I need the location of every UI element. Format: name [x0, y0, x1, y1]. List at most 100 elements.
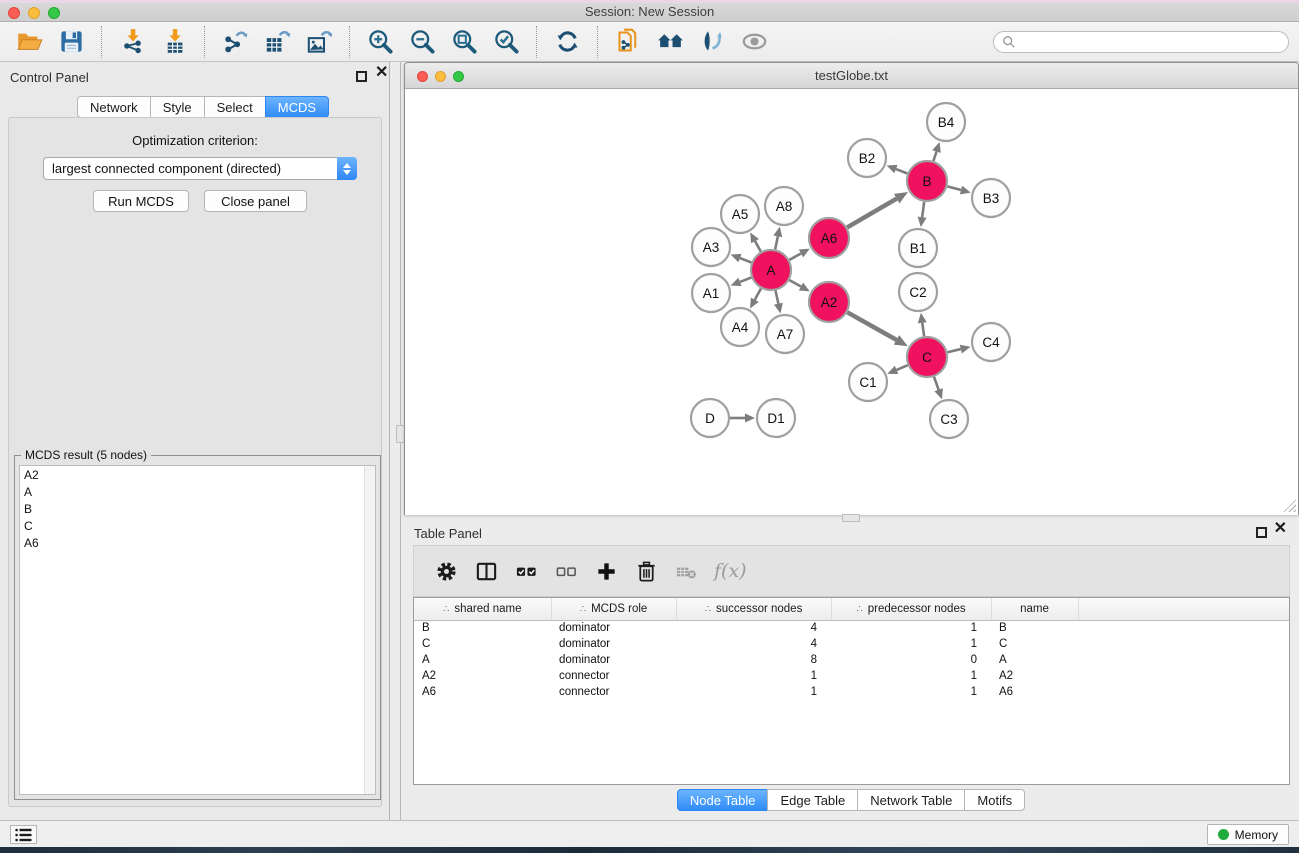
column-mcds-role[interactable]: ∴MCDS role [551, 598, 676, 620]
task-history-button[interactable] [10, 825, 37, 844]
close-panel-icon[interactable]: ✕ [375, 65, 388, 81]
tab-mcds[interactable]: MCDS [265, 96, 329, 118]
delete-table-icon [675, 560, 698, 583]
result-item[interactable]: A2 [20, 466, 375, 483]
toolbar-separator [597, 26, 598, 58]
delete-column-button[interactable] [631, 556, 661, 586]
result-item[interactable]: A [20, 483, 375, 500]
graph-edge[interactable] [740, 258, 751, 262]
home-icon [657, 28, 684, 55]
run-mcds-button[interactable]: Run MCDS [93, 190, 189, 212]
horizontal-splitter-handle[interactable] [842, 514, 860, 522]
graph-edge[interactable] [896, 169, 907, 173]
network-canvas[interactable]: B4B2BB3A8A5A6A3B1AA1C2A2A4A7C4CC1C3DD1 [405, 89, 1298, 515]
export-image-button[interactable] [302, 26, 336, 58]
table-row[interactable]: A6connector11A6 [414, 684, 1289, 700]
edge-arrowhead [918, 217, 927, 228]
close-table-panel-icon[interactable]: ✕ [1274, 521, 1287, 537]
zoom-out-icon [409, 28, 436, 55]
column-name[interactable]: name [991, 598, 1078, 620]
zoom-in-button[interactable] [363, 26, 397, 58]
search-box[interactable] [993, 31, 1289, 53]
add-column-button[interactable] [591, 556, 621, 586]
tab-network-table[interactable]: Network Table [857, 789, 965, 811]
result-item[interactable]: A6 [20, 534, 375, 551]
memory-button[interactable]: Memory [1207, 824, 1289, 845]
tab-motifs[interactable]: Motifs [964, 789, 1025, 811]
graph-edge[interactable] [775, 291, 778, 304]
export-table-button[interactable] [260, 26, 294, 58]
control-panel-title: Control Panel [10, 70, 89, 85]
graph-edge[interactable] [755, 288, 761, 299]
network-graph: B4B2BB3A8A5A6A3B1AA1C2A2A4A7C4CC1C3DD1 [405, 89, 1298, 515]
deselect-all-icon [555, 560, 578, 583]
graph-edge[interactable] [934, 377, 939, 390]
edge-arrowhead [887, 165, 898, 173]
columns-icon [475, 560, 498, 583]
import-table-button[interactable] [157, 26, 191, 58]
graph-edge[interactable] [775, 236, 778, 249]
search-input[interactable] [1016, 35, 1280, 49]
graph-edge[interactable] [789, 280, 801, 286]
table-row[interactable]: Bdominator41B [414, 620, 1289, 636]
graph-edge[interactable] [847, 199, 897, 228]
result-item[interactable]: B [20, 500, 375, 517]
graph-edge[interactable] [933, 152, 936, 162]
edge-arrowhead [731, 254, 742, 262]
graph-node-label: B1 [910, 241, 927, 256]
attribute-icon: ∴ [443, 604, 449, 615]
deselect-all-button[interactable] [551, 556, 581, 586]
tab-edge-table[interactable]: Edge Table [767, 789, 858, 811]
show-details-button[interactable] [737, 26, 771, 58]
select-all-button[interactable] [511, 556, 541, 586]
tab-select[interactable]: Select [204, 96, 266, 118]
clone-network-button[interactable] [611, 26, 645, 58]
graph-edge[interactable] [755, 241, 761, 252]
open-file-button[interactable] [12, 26, 46, 58]
mcds-result-list[interactable]: A2ABCA6 [19, 465, 376, 795]
toolbar-separator [536, 26, 537, 58]
zoom-fit-button[interactable] [447, 26, 481, 58]
graph-edge[interactable] [922, 323, 924, 336]
export-image-icon [306, 28, 333, 55]
window-resize-grip[interactable] [1283, 499, 1296, 512]
graph-edge[interactable] [947, 349, 960, 352]
column-shared-name[interactable]: ∴shared name [414, 598, 551, 620]
result-item[interactable]: C [20, 517, 375, 534]
list-icon [15, 828, 32, 842]
home-button[interactable] [653, 26, 687, 58]
apply-layout-button[interactable] [550, 26, 584, 58]
graph-edge[interactable] [740, 278, 751, 282]
workspace-area: testGlobe.txt B4B2BB3A8A5A6A3B1AA1C2A2A4… [390, 62, 1299, 820]
delete-table-button[interactable] [671, 556, 701, 586]
show-columns-button[interactable] [471, 556, 501, 586]
table-row[interactable]: Adominator80A [414, 652, 1289, 668]
close-panel-button[interactable]: Close panel [204, 190, 307, 212]
graph-edge[interactable] [897, 365, 908, 370]
export-network-button[interactable] [218, 26, 252, 58]
import-network-button[interactable] [115, 26, 149, 58]
function-builder-button[interactable]: f(x) [714, 560, 747, 582]
column-predecessor-nodes[interactable]: ∴predecessor nodes [831, 598, 991, 620]
graph-edge[interactable] [789, 253, 801, 259]
network-window-title: testGlobe.txt [405, 68, 1298, 83]
graph-edge[interactable] [847, 312, 896, 340]
graph-edge[interactable] [922, 202, 924, 217]
graph-edge[interactable] [947, 186, 961, 190]
tab-node-table[interactable]: Node Table [677, 789, 769, 811]
result-scrollbar[interactable] [364, 466, 375, 794]
zoom-selected-button[interactable] [489, 26, 523, 58]
float-table-panel-icon[interactable] [1256, 527, 1267, 538]
table-row[interactable]: A2connector11A2 [414, 668, 1289, 684]
float-panel-icon[interactable] [356, 71, 367, 82]
optimization-criterion-select[interactable]: largest connected component (directed) [43, 157, 357, 180]
tab-style[interactable]: Style [150, 96, 205, 118]
save-session-button[interactable] [54, 26, 88, 58]
column-successor-nodes[interactable]: ∴successor nodes [676, 598, 831, 620]
gear-icon [435, 560, 458, 583]
table-settings-button[interactable] [431, 556, 461, 586]
table-row[interactable]: Cdominator41C [414, 636, 1289, 652]
style-button[interactable] [695, 26, 729, 58]
tab-network[interactable]: Network [77, 96, 151, 118]
zoom-out-button[interactable] [405, 26, 439, 58]
